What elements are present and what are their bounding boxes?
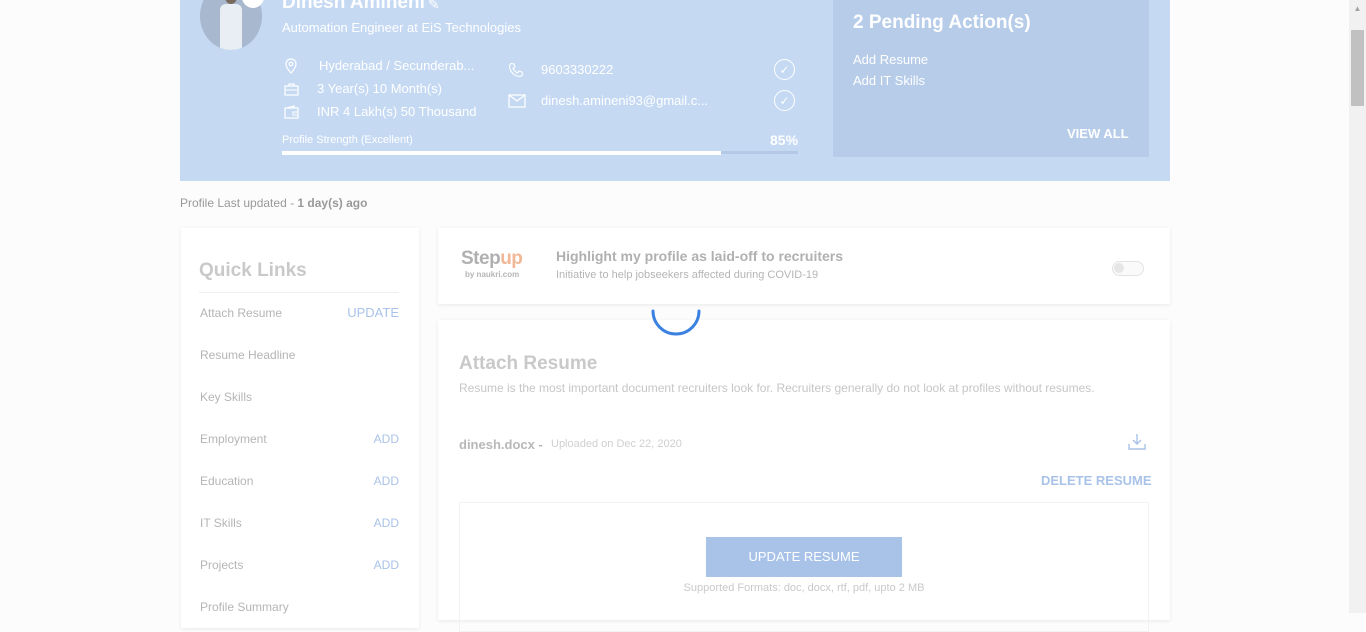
pending-actions-title: 2 Pending Action(s) bbox=[853, 12, 1031, 33]
pending-item-add-resume[interactable]: Add Resume bbox=[853, 52, 928, 67]
quick-link-attach-resume[interactable]: Attach Resume bbox=[200, 306, 282, 320]
last-updated-value: 1 day(s) ago bbox=[297, 196, 368, 210]
resume-file-name: dinesh.docx - bbox=[459, 437, 543, 452]
attach-resume-title: Attach Resume bbox=[459, 353, 598, 374]
laid-off-toggle[interactable] bbox=[1112, 261, 1144, 276]
download-icon[interactable] bbox=[1127, 433, 1147, 451]
stepup-title: Highlight my profile as laid-off to recr… bbox=[556, 248, 844, 264]
quick-link-employment[interactable]: Employment bbox=[200, 432, 267, 446]
quick-link-key-skills[interactable]: Key Skills bbox=[200, 390, 252, 404]
quick-links-panel: Quick Links Attach Resume UPDATE Resume … bbox=[181, 228, 419, 628]
delete-resume-button[interactable]: DELETE RESUME bbox=[1041, 473, 1152, 488]
email-verified-icon: ✓ bbox=[774, 90, 795, 111]
profile-strength-percent: 85% bbox=[770, 132, 799, 148]
location-text: Hyderabad / Secunderab... bbox=[319, 58, 475, 73]
pending-actions-panel: 2 Pending Action(s) Add Resume Add IT Sk… bbox=[833, 0, 1149, 157]
phone-verified-icon: ✓ bbox=[774, 59, 795, 80]
stepup-card: Stepup by naukri.com Highlight my profil… bbox=[438, 228, 1170, 304]
stepup-logo: Stepup bbox=[461, 248, 523, 270]
phone-text: 9603330222 bbox=[541, 62, 614, 77]
quick-link-education-add[interactable]: ADD bbox=[374, 474, 399, 488]
profile-strength-fill bbox=[282, 151, 721, 155]
pending-item-add-it-skills[interactable]: Add IT Skills bbox=[853, 73, 925, 88]
supported-formats-text: Supported Formats: doc, docx, rtf, pdf, … bbox=[683, 582, 925, 594]
scroll-up-arrow-icon[interactable]: ▲ bbox=[1349, 0, 1366, 17]
profile-header: Dinesh Amineni ✎ Automation Engineer at … bbox=[180, 0, 1170, 181]
stepup-logo-main: Step bbox=[461, 248, 501, 269]
location-icon bbox=[285, 58, 297, 74]
last-updated-prefix: Profile Last updated - bbox=[180, 196, 298, 210]
quick-link-projects[interactable]: Projects bbox=[200, 558, 243, 572]
resume-upload-date: Uploaded on Dec 22, 2020 bbox=[551, 438, 682, 450]
stepup-logo-subtitle: by naukri.com bbox=[465, 270, 520, 279]
briefcase-icon bbox=[284, 83, 299, 96]
quick-link-resume-headline[interactable]: Resume Headline bbox=[200, 348, 295, 362]
wallet-icon bbox=[284, 105, 299, 119]
quick-link-education[interactable]: Education bbox=[200, 474, 253, 488]
update-resume-button[interactable]: UPDATE RESUME bbox=[706, 537, 902, 577]
quick-link-employment-add[interactable]: ADD bbox=[374, 432, 399, 446]
toggle-knob bbox=[1114, 263, 1124, 273]
salary-text: INR 4 Lakh(s) 50 Thousand bbox=[317, 104, 477, 119]
profile-name: Dinesh Amineni bbox=[282, 0, 425, 13]
quick-link-profile-summary[interactable]: Profile Summary bbox=[200, 600, 289, 614]
quick-link-it-skills-add[interactable]: ADD bbox=[374, 516, 399, 530]
mail-icon bbox=[508, 94, 526, 108]
attach-resume-card: Attach Resume Resume is the most importa… bbox=[438, 320, 1170, 632]
quick-link-it-skills[interactable]: IT Skills bbox=[200, 516, 242, 530]
quick-link-update-button[interactable]: UPDATE bbox=[347, 305, 399, 320]
profile-strength-label: Profile Strength (Excellent) bbox=[282, 134, 413, 146]
scrollbar-thumb[interactable] bbox=[1351, 30, 1364, 106]
experience-text: 3 Year(s) 10 Month(s) bbox=[317, 81, 443, 96]
pencil-icon[interactable]: ✎ bbox=[428, 0, 440, 13]
profile-designation: Automation Engineer at EiS Technologies bbox=[282, 20, 521, 35]
quick-links-divider bbox=[199, 292, 399, 293]
view-all-link[interactable]: VIEW ALL bbox=[1067, 126, 1129, 141]
quick-links-title: Quick Links bbox=[199, 260, 307, 281]
email-text: dinesh.amineni93@gmail.c... bbox=[541, 93, 709, 108]
page-scrollbar[interactable]: ▲ bbox=[1349, 0, 1366, 613]
profile-strength-bar bbox=[282, 151, 798, 155]
profile-last-updated: Profile Last updated - 1 day(s) ago bbox=[180, 196, 367, 210]
stepup-logo-accent: up bbox=[500, 248, 523, 269]
loading-spinner-icon bbox=[651, 309, 701, 336]
attach-resume-description: Resume is the most important document re… bbox=[459, 381, 1095, 395]
quick-link-projects-add[interactable]: ADD bbox=[374, 558, 399, 572]
phone-icon bbox=[508, 62, 524, 78]
